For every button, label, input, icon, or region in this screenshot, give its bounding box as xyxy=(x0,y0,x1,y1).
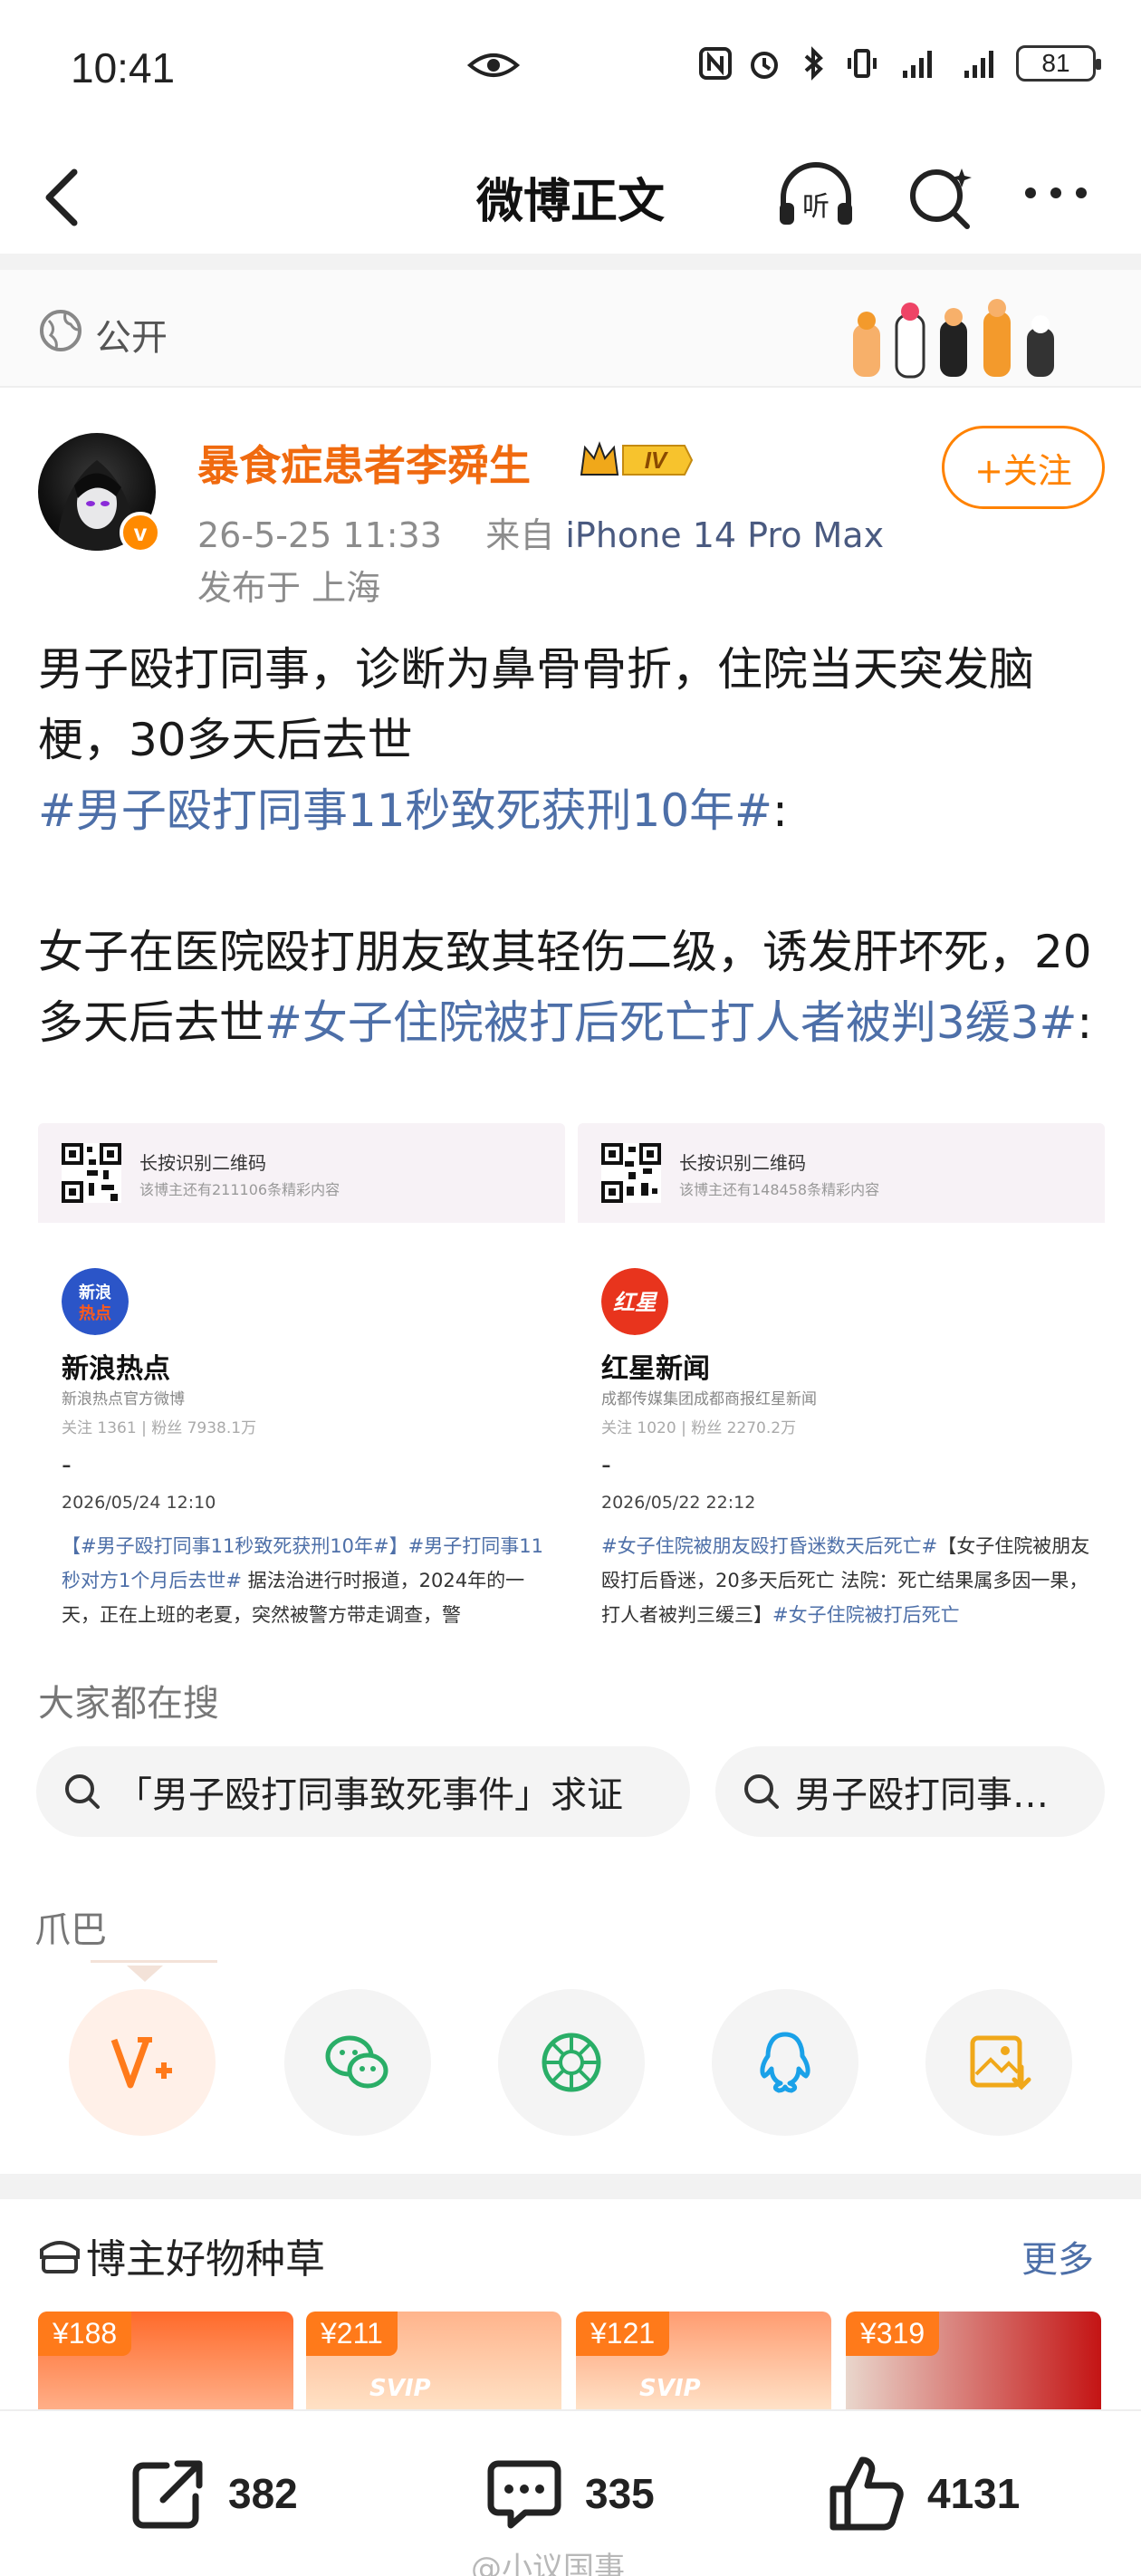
goods-item[interactable]: ¥188 xyxy=(38,2312,293,2411)
post-device[interactable]: iPhone 14 Pro Max xyxy=(565,515,884,555)
red-star-logo: 红星 xyxy=(601,1268,668,1335)
svg-text:热点: 热点 xyxy=(79,1303,111,1323)
vibrate-icon xyxy=(848,49,877,78)
share-qq-button[interactable] xyxy=(712,1989,858,2136)
repost-count: 382 xyxy=(228,2470,298,2517)
share-wechat-button[interactable] xyxy=(284,1989,431,2136)
eye-icon xyxy=(466,53,521,77)
topic-link[interactable]: #男子殴打同事11秒致死获刑10年# xyxy=(38,784,772,837)
bluetooth-icon xyxy=(804,46,823,81)
post-paragraph: 女子在医院殴打朋友致其轻伤二级，诱发肝坏死，20多天后去世#女子住院被打后死亡打… xyxy=(38,926,1093,1049)
more-icon[interactable] xyxy=(1021,179,1090,207)
repost-button[interactable]: 382 xyxy=(127,2453,298,2534)
author-name[interactable]: 暴食症患者李舜生 xyxy=(197,433,531,493)
follow-button[interactable]: +关注 xyxy=(942,426,1105,509)
search-heading: 大家都在搜 xyxy=(38,1683,219,1725)
bottom-action-bar: 382 335 4131 @小议国事 xyxy=(0,2409,1141,2576)
goods-item[interactable]: ¥211 SVIP xyxy=(306,2312,561,2411)
post-image-2[interactable]: 长按识别二维码 该博主还有148458条精彩内容 红星 红星新闻 成都传媒集团成… xyxy=(578,1123,1105,1648)
post-meta: 26-5-25 11:33 来自 iPhone 14 Pro Max xyxy=(197,507,884,557)
search-icon xyxy=(744,1774,779,1809)
save-image-button[interactable] xyxy=(925,1989,1072,2136)
globe-icon xyxy=(40,310,82,351)
repost-icon xyxy=(132,2460,203,2529)
watermark: @小议国事 xyxy=(471,2551,625,2576)
comment-button[interactable]: 335 xyxy=(484,2453,655,2534)
post-location: 发布于 上海 xyxy=(197,568,381,608)
goods-more-link[interactable]: 更多 xyxy=(1021,2230,1094,2283)
vip-badge[interactable]: IV xyxy=(578,438,695,482)
goods-item[interactable]: ¥319 xyxy=(846,2312,1101,2411)
status-icons: 81 xyxy=(697,45,1101,82)
comment-count: 335 xyxy=(585,2470,655,2517)
topic-link[interactable]: #女子住院被打后死亡打人者被判3缓3# xyxy=(264,996,1077,1049)
search-chip[interactable]: 男子殴打同事… xyxy=(715,1746,1105,1837)
qr-code-icon xyxy=(62,1143,121,1203)
cat-paws-decoration xyxy=(853,299,1054,379)
goods-heading: 博主好物种草 xyxy=(86,2236,325,2283)
signal-icon xyxy=(903,51,932,78)
comment-icon xyxy=(487,2460,561,2529)
svg-text:红星: 红星 xyxy=(613,1290,658,1315)
post-paragraph: 男子殴打同事，诊断为鼻骨骨折，住院当天突发脑梗，30多天后去世 #男子殴打同事1… xyxy=(38,643,1034,837)
post-body: 男子殴打同事，诊断为鼻骨骨折，住院当天突发脑梗，30多天后去世 #男子殴打同事1… xyxy=(38,634,1107,1058)
qr-code-icon xyxy=(601,1143,661,1203)
qq-icon xyxy=(760,2032,810,2093)
share-heading: 爪巴 xyxy=(34,1909,107,1951)
moments-icon xyxy=(542,2033,601,2092)
share-tooltip-pointer xyxy=(127,1966,163,1982)
sina-hot-logo: 新浪 热点 xyxy=(62,1268,129,1335)
nav-bar: 微博正文 听 xyxy=(0,136,1141,254)
like-button[interactable]: 4131 xyxy=(826,2453,1020,2534)
verified-badge: v xyxy=(120,512,161,553)
share-weibo-v-button[interactable] xyxy=(69,1989,216,2136)
goods-item[interactable]: ¥121 SVIP xyxy=(576,2312,831,2411)
like-count: 4131 xyxy=(927,2470,1021,2517)
status-bar: 10:41 81 xyxy=(0,0,1141,136)
listen-icon[interactable]: 听 xyxy=(774,159,858,232)
post-source-prefix: 来自 xyxy=(485,515,555,555)
wechat-icon xyxy=(325,2035,388,2089)
svg-text:IV: IV xyxy=(645,447,669,474)
search-icon[interactable] xyxy=(906,159,976,232)
search-chip[interactable]: 「男子殴打同事致死事件」求证 xyxy=(36,1746,690,1837)
visibility-row: 公开 xyxy=(0,270,1141,388)
save-image-icon xyxy=(970,2035,1031,2091)
divider xyxy=(0,2174,1141,2199)
thumbs-up-icon xyxy=(829,2456,904,2531)
nfc-icon xyxy=(699,47,732,80)
signal-icon-2 xyxy=(964,51,993,78)
post-time: 26-5-25 11:33 xyxy=(197,515,442,555)
svg-text:听: 听 xyxy=(802,191,829,223)
visibility-label: 公开 xyxy=(95,317,168,359)
status-time: 10:41 xyxy=(71,44,176,91)
post-image-1[interactable]: 长按识别二维码 该博主还有211106条精彩内容 新浪 热点 新浪热点 新浪热点… xyxy=(38,1123,565,1648)
search-icon xyxy=(65,1774,100,1809)
goods-icon xyxy=(40,2241,80,2273)
share-moments-button[interactable] xyxy=(498,1989,645,2136)
divider xyxy=(0,254,1141,270)
svg-text:新浪: 新浪 xyxy=(79,1283,111,1302)
share-tooltip-line xyxy=(91,1960,217,1963)
battery-indicator: 81 xyxy=(1016,45,1101,82)
alarm-icon xyxy=(751,52,778,79)
weibo-v-icon xyxy=(110,2037,172,2089)
